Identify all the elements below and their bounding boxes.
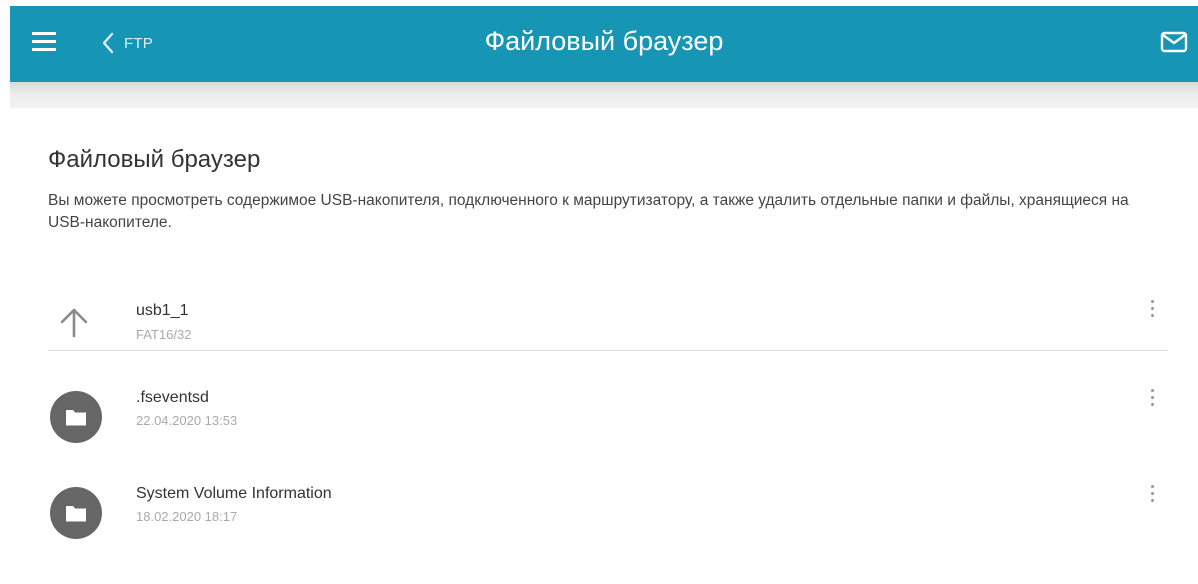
parent-folder-name: usb1_1 bbox=[136, 302, 189, 319]
folder-icon bbox=[50, 487, 102, 539]
parent-folder-row[interactable]: usb1_1 FAT16/32 bbox=[48, 274, 1168, 350]
main-content: Файловый браузер Вы можете просмотреть с… bbox=[48, 108, 1170, 543]
page-title: Файловый браузер bbox=[48, 146, 261, 173]
file-list: usb1_1 FAT16/32 .fseventsd 22.04.2020 13… bbox=[48, 274, 1168, 543]
file-name: .fseventsd bbox=[136, 389, 209, 406]
app-window: FTP Файловый браузер Файловый браузер Вы… bbox=[0, 0, 1198, 584]
list-item[interactable]: .fseventsd 22.04.2020 13:53 bbox=[48, 351, 1168, 447]
toolbar-shadow bbox=[10, 82, 1198, 108]
more-vertical-icon[interactable] bbox=[1146, 483, 1158, 507]
file-name: System Volume Information bbox=[136, 485, 332, 502]
more-vertical-icon[interactable] bbox=[1146, 298, 1158, 322]
parent-folder-filesystem: FAT16/32 bbox=[136, 327, 192, 342]
folder-icon bbox=[50, 391, 102, 443]
top-app-bar: FTP Файловый браузер bbox=[10, 6, 1198, 82]
more-vertical-icon[interactable] bbox=[1146, 387, 1158, 411]
app-bar-title: Файловый браузер bbox=[484, 26, 724, 56]
page-description: Вы можете просмотреть содержимое USB-нак… bbox=[48, 192, 1129, 231]
mail-icon[interactable] bbox=[1160, 30, 1188, 54]
arrow-up-icon bbox=[60, 308, 88, 338]
list-item[interactable]: System Volume Information 18.02.2020 18:… bbox=[48, 447, 1168, 543]
file-date: 22.04.2020 13:53 bbox=[136, 413, 238, 428]
file-date: 18.02.2020 18:17 bbox=[136, 509, 238, 524]
